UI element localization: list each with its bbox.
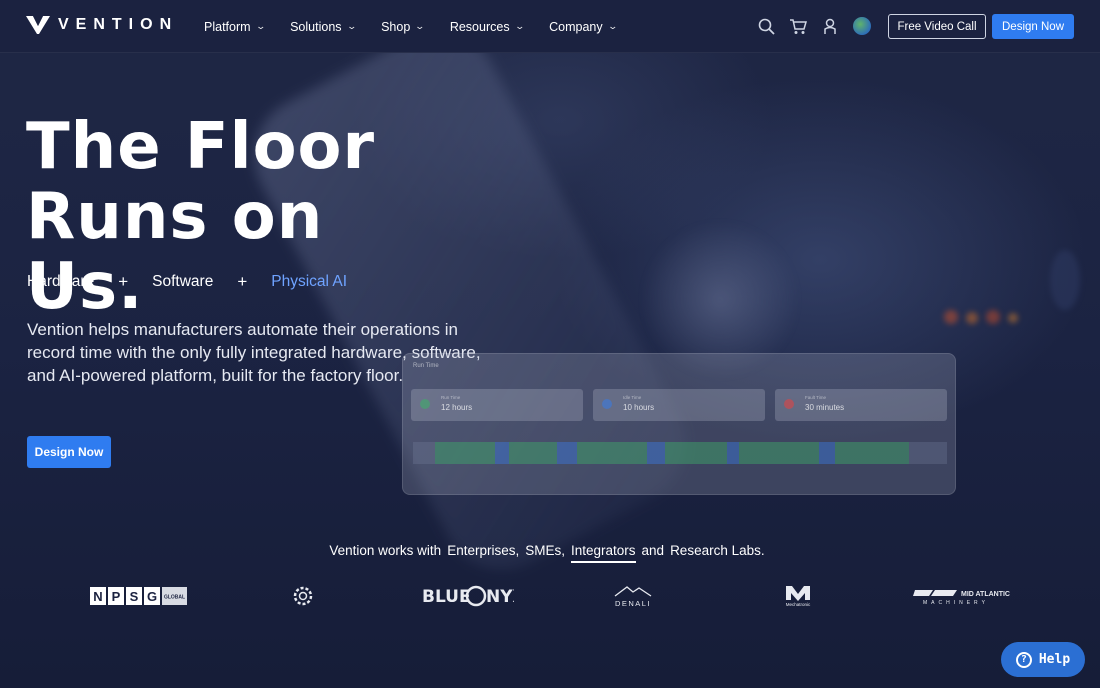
mechatronic-logo: Mechatronic: [780, 583, 816, 609]
top-navbar: VENTION Platform ⌄ Solutions ⌄ Shop ⌄ Re…: [0, 0, 1100, 53]
kpi-card-fault-time: Fault Time 30 minutes: [775, 389, 947, 421]
kpi-card-run-time: Run Time 12 hours: [411, 389, 583, 421]
works-with-enterprises[interactable]: Enterprises,: [447, 543, 519, 563]
svg-text:S: S: [130, 589, 139, 604]
menu-company[interactable]: Company ⌄: [549, 19, 618, 34]
vention-logo[interactable]: VENTION: [26, 16, 178, 34]
menu-company-label: Company: [549, 19, 603, 34]
dashboard-preview: Run Time Run Time 12 hours Idle Time 10 …: [402, 353, 956, 495]
pillar-hardware: Hardware: [27, 273, 95, 290]
pillar-software: Software: [152, 273, 214, 290]
menu-shop-label: Shop: [381, 19, 411, 34]
chevron-down-icon: ⌄: [514, 21, 525, 31]
free-video-call-button[interactable]: Free Video Call: [888, 14, 986, 39]
works-with-smes[interactable]: SMEs,: [525, 543, 565, 563]
chevron-down-icon: ⌄: [607, 21, 618, 31]
main-menu: Platform ⌄ Solutions ⌄ Shop ⌄ Resources …: [204, 0, 642, 53]
menu-shop[interactable]: Shop ⌄: [381, 19, 426, 34]
svg-text:MID ATLANTIC: MID ATLANTIC: [961, 591, 1010, 598]
svg-text:N: N: [93, 589, 102, 604]
dashboard-title: Run Time: [413, 363, 439, 369]
npsg-global-logo: N P S G GLOBAL: [90, 583, 187, 609]
svg-text:NYX: NYX: [486, 587, 514, 607]
status-timeline: [413, 442, 947, 464]
cart-icon[interactable]: [788, 16, 808, 36]
user-icon[interactable]: [820, 16, 840, 36]
kpi-value: 30 minutes: [805, 403, 845, 412]
pillar-list: Hardware + Software + Physical AI: [27, 272, 347, 292]
help-button[interactable]: ? Help: [1001, 642, 1085, 677]
chevron-down-icon: ⌄: [346, 21, 357, 31]
kpi-card-idle-time: Idle Time 10 hours: [593, 389, 765, 421]
plus-icon: +: [118, 272, 129, 291]
headline-line-2: Runs on Us.: [26, 180, 324, 324]
menu-resources-label: Resources: [449, 19, 510, 34]
vention-mark-icon: [26, 16, 50, 34]
chevron-down-icon: ⌄: [255, 21, 266, 31]
status-dot-icon: [602, 399, 612, 409]
design-now-nav-button[interactable]: Design Now: [992, 14, 1074, 39]
mid-atlantic-machinery-logo: MID ATLANTIC MACHINERY: [913, 583, 1011, 609]
kpi-value: 10 hours: [623, 403, 655, 412]
menu-solutions[interactable]: Solutions ⌄: [290, 19, 357, 34]
svg-text:Mechatronic: Mechatronic: [786, 602, 811, 607]
help-icon: ?: [1015, 651, 1032, 668]
chevron-down-icon: ⌄: [414, 21, 426, 31]
plus-icon: +: [237, 272, 248, 291]
works-with-prefix: Vention works with: [329, 543, 442, 558]
client-logo-row: N P S G GLOBAL BLUE NYX DENALI Mechatroni…: [0, 583, 1100, 609]
globe-icon[interactable]: [852, 16, 872, 36]
status-dot-icon: [420, 399, 430, 409]
svg-text:P: P: [112, 589, 121, 604]
menu-platform[interactable]: Platform ⌄: [204, 19, 266, 34]
search-icon[interactable]: [756, 16, 776, 36]
works-with-and: and: [641, 543, 665, 558]
headline-line-1: The Floor: [26, 110, 376, 184]
kpi-value: 12 hours: [441, 403, 473, 412]
menu-platform-label: Platform: [204, 19, 251, 34]
svg-text:MACHINERY: MACHINERY: [923, 600, 989, 606]
brand-name: VENTION: [58, 16, 179, 33]
denali-logo: DENALI: [613, 583, 653, 609]
kpi-label: Run Time: [441, 395, 461, 400]
svg-text:BLUE: BLUE: [422, 587, 471, 607]
works-with-line: Vention works with Enterprises, SMEs, In…: [0, 543, 1100, 563]
status-dot-icon: [784, 399, 794, 409]
pillar-physical-ai: Physical AI: [271, 273, 348, 290]
menu-resources[interactable]: Resources ⌄: [449, 19, 525, 34]
blueonyx-logo: BLUE NYX: [422, 583, 514, 609]
svg-text:DENALI: DENALI: [615, 599, 651, 608]
design-now-hero-button[interactable]: Design Now: [27, 436, 111, 468]
works-with-integrators[interactable]: Integrators: [570, 543, 636, 563]
works-with-research-labs[interactable]: Research Labs.: [670, 543, 765, 563]
kpi-label: Idle Time: [623, 395, 642, 400]
kpi-label: Fault Time: [805, 395, 827, 400]
svg-text:G: G: [147, 589, 157, 604]
menu-solutions-label: Solutions: [290, 19, 342, 34]
help-label: Help: [1038, 652, 1071, 667]
svg-text:GLOBAL: GLOBAL: [164, 595, 185, 601]
gear-logo: [292, 583, 314, 609]
nav-icon-group: [756, 16, 884, 36]
